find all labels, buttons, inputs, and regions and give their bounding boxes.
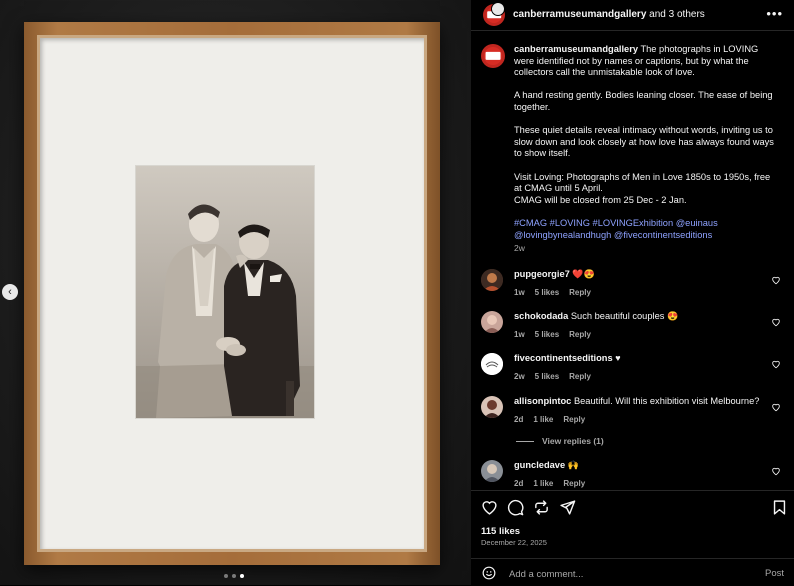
author-username[interactable]: canberramuseumandgallery [513,9,646,20]
post-actions [471,490,794,521]
comment-emoji: ❤️😍 [572,269,595,279]
comment-likes[interactable]: 5 likes [535,371,559,383]
comment-emoji: 🙌 [567,460,579,470]
caption-author-avatar[interactable] [481,44,505,68]
reply-button[interactable]: Reply [563,414,585,426]
commenter-avatar[interactable] [481,396,503,418]
comment-likes[interactable]: 1 like [533,414,553,426]
post-media: ‹ [0,0,471,585]
like-comment-heart-icon[interactable] [771,466,781,476]
reply-button[interactable]: Reply [569,329,591,341]
comment-bubble-icon[interactable] [507,499,524,516]
like-comment-heart-icon[interactable] [771,275,781,285]
comment-composer: Post [471,558,794,586]
repost-icon[interactable] [533,499,550,516]
post-sidebar: canberramuseumandgallery and 3 others ••… [471,0,794,585]
caption-timestamp: 2w [514,243,525,254]
caption-paragraph: A hand resting gently. Bodies leaning cl… [514,90,776,112]
view-replies-label: View replies (1) [542,436,604,446]
post-date: December 22, 2025 [481,538,547,547]
like-heart-icon[interactable] [481,499,498,516]
commenter-username[interactable]: allisonpintoc [514,396,571,406]
photo-mat [40,38,424,549]
commenter-avatar[interactable] [481,269,503,291]
commenter-avatar[interactable] [481,353,503,375]
collaborator-avatar[interactable] [491,2,505,16]
comment-text: Such beautiful couples [570,311,665,321]
commenter-username[interactable]: pupgeorgie7 [514,269,570,279]
picture-frame [24,22,440,565]
commenter-avatar[interactable] [481,460,503,482]
emoji-picker-icon[interactable] [482,566,496,580]
caption-paragraph: Visit Loving: Photographs of Men in Love… [514,171,771,205]
carousel-prev-button[interactable]: ‹ [2,284,18,300]
comment-likes[interactable]: 1 like [533,478,553,490]
commenter-avatar[interactable] [481,311,503,333]
carousel-dot [232,574,236,578]
like-comment-heart-icon[interactable] [771,402,781,412]
comment-time: 2d [514,478,524,488]
post-comment-button[interactable]: Post [765,568,784,579]
caption-hashtags[interactable]: #CMAG #LOVING #LOVINGExhibition @euinaus… [514,218,776,241]
view-replies-button[interactable]: View replies (1) [516,436,604,446]
like-comment-heart-icon[interactable] [771,317,781,327]
caption-paragraph: These quiet details reveal intimacy with… [514,125,777,159]
caption-username[interactable]: canberramuseumandgallery [514,44,638,54]
comment-time: 1w [514,287,525,297]
collaborators-link[interactable]: and 3 others [649,9,705,20]
reply-button[interactable]: Reply [563,478,585,490]
comment-time: 2w [514,371,525,381]
carousel-dot-active [240,574,244,578]
comment-likes[interactable]: 5 likes [535,287,559,299]
commenter-username[interactable]: schokodada [514,311,568,321]
reply-button[interactable]: Reply [569,287,591,299]
comment-time: 2d [514,414,524,424]
vintage-photograph [136,166,314,418]
comment-emoji: 😍 [667,311,679,321]
post-header: canberramuseumandgallery and 3 others ••… [471,0,794,31]
carousel-indicator [224,574,244,578]
like-count[interactable]: 115 likes [481,526,520,537]
reply-button[interactable]: Reply [569,371,591,383]
save-bookmark-icon[interactable] [771,499,788,516]
add-comment-input[interactable] [507,565,731,583]
comment-emoji: ♥ [615,353,621,363]
commenter-username[interactable]: guncledave [514,460,565,470]
share-send-icon[interactable] [559,499,576,516]
comment-text: Beautiful. Will this exhibition visit Me… [573,396,760,406]
commenter-username[interactable]: fivecontinentseditions [514,353,613,363]
comment-likes[interactable]: 5 likes [535,329,559,341]
like-comment-heart-icon[interactable] [771,359,781,369]
more-options-icon[interactable]: ••• [766,6,783,21]
comment-time: 1w [514,329,525,339]
carousel-dot [224,574,228,578]
